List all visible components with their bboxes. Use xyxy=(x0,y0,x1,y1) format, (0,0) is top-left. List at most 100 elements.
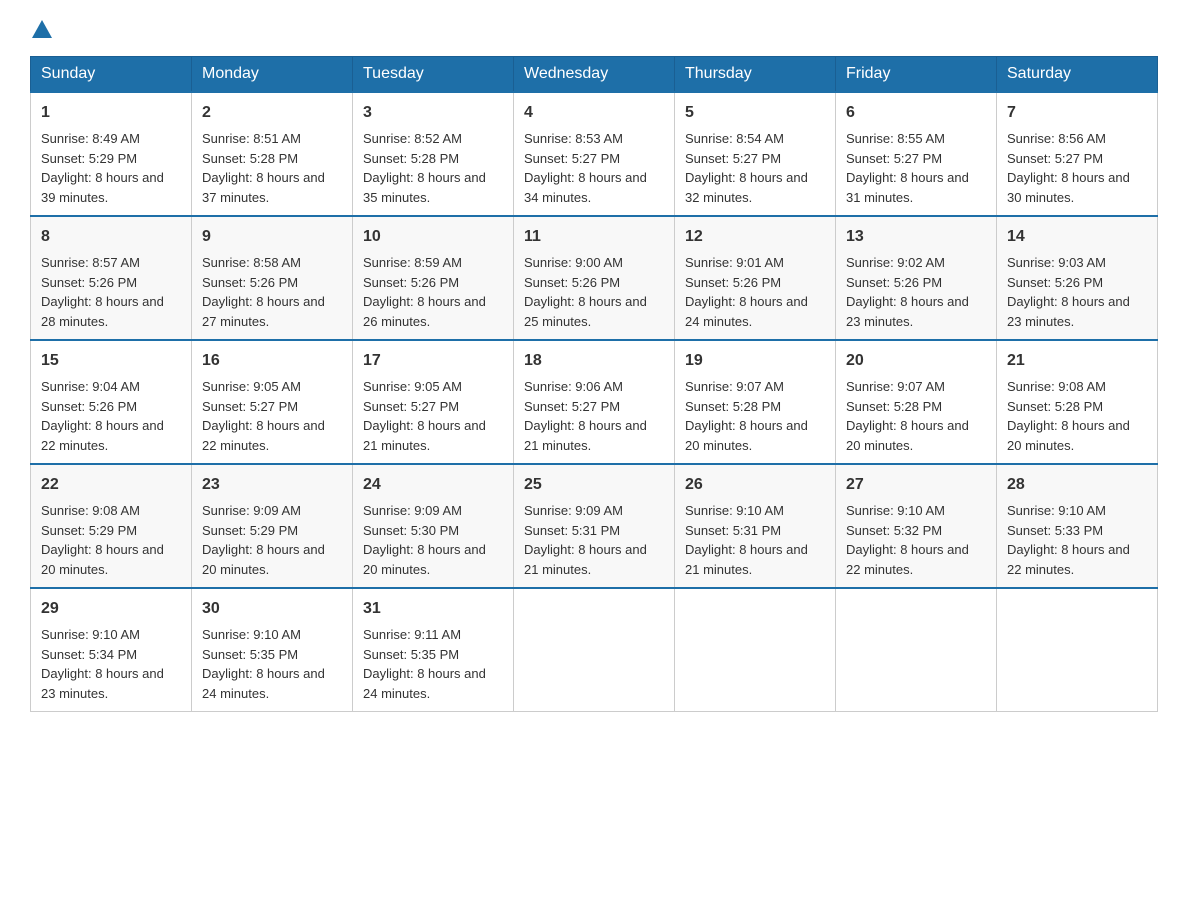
header-cell-thursday: Thursday xyxy=(675,57,836,93)
calendar-cell: 15Sunrise: 9:04 AMSunset: 5:26 PMDayligh… xyxy=(31,340,192,464)
daylight-line: Daylight: 8 hours and 21 minutes. xyxy=(685,542,808,577)
sunset-line: Sunset: 5:27 PM xyxy=(524,399,620,414)
daylight-line: Daylight: 8 hours and 23 minutes. xyxy=(1007,294,1130,329)
sunset-line: Sunset: 5:26 PM xyxy=(41,399,137,414)
daylight-line: Daylight: 8 hours and 20 minutes. xyxy=(846,418,969,453)
sunrise-line: Sunrise: 8:55 AM xyxy=(846,131,945,146)
daylight-line: Daylight: 8 hours and 23 minutes. xyxy=(41,666,164,701)
day-number: 24 xyxy=(363,473,503,497)
sunrise-line: Sunrise: 8:49 AM xyxy=(41,131,140,146)
calendar-cell: 14Sunrise: 9:03 AMSunset: 5:26 PMDayligh… xyxy=(997,216,1158,340)
sunrise-line: Sunrise: 9:03 AM xyxy=(1007,255,1106,270)
sunset-line: Sunset: 5:29 PM xyxy=(41,151,137,166)
daylight-line: Daylight: 8 hours and 24 minutes. xyxy=(685,294,808,329)
sunset-line: Sunset: 5:28 PM xyxy=(685,399,781,414)
calendar-cell xyxy=(675,588,836,712)
sunrise-line: Sunrise: 9:04 AM xyxy=(41,379,140,394)
calendar-cell: 24 Sunrise: 9:09 AM Sunset: 5:30 PM Dayligh… xyxy=(353,464,514,588)
calendar-cell: 20Sunrise: 9:07 AMSunset: 5:28 PMDayligh… xyxy=(836,340,997,464)
sunset-line: Sunset: 5:29 PM xyxy=(202,523,298,538)
day-number: 6 xyxy=(846,101,986,125)
header-cell-tuesday: Tuesday xyxy=(353,57,514,93)
day-number: 16 xyxy=(202,349,342,373)
sunrise-line: Sunrise: 8:51 AM xyxy=(202,131,301,146)
day-number: 4 xyxy=(524,101,664,125)
calendar-cell: 2Sunrise: 8:51 AMSunset: 5:28 PMDaylight… xyxy=(192,92,353,216)
calendar-cell: 1Sunrise: 8:49 AMSunset: 5:29 PMDaylight… xyxy=(31,92,192,216)
day-number: 11 xyxy=(524,225,664,249)
sunset-line: Sunset: 5:28 PM xyxy=(202,151,298,166)
daylight-line: Daylight: 8 hours and 37 minutes. xyxy=(202,170,325,205)
sunrise-line: Sunrise: 9:07 AM xyxy=(846,379,945,394)
day-number: 5 xyxy=(685,101,825,125)
day-number: 13 xyxy=(846,225,986,249)
sunrise-line: Sunrise: 9:01 AM xyxy=(685,255,784,270)
sunset-line: Sunset: 5:35 PM xyxy=(202,647,298,662)
day-number: 22 xyxy=(41,473,181,497)
sunset-line: Sunset: 5:26 PM xyxy=(524,275,620,290)
day-number: 30 xyxy=(202,597,342,621)
daylight-line: Daylight: 8 hours and 20 minutes. xyxy=(363,542,486,577)
calendar-cell: 4Sunrise: 8:53 AMSunset: 5:27 PMDaylight… xyxy=(514,92,675,216)
sunrise-line: Sunrise: 9:08 AM xyxy=(41,503,140,518)
calendar-cell xyxy=(836,588,997,712)
daylight-line: Daylight: 8 hours and 22 minutes. xyxy=(1007,542,1130,577)
calendar-cell: 12Sunrise: 9:01 AMSunset: 5:26 PMDayligh… xyxy=(675,216,836,340)
sunset-line: Sunset: 5:34 PM xyxy=(41,647,137,662)
calendar-cell: 11Sunrise: 9:00 AMSunset: 5:26 PMDayligh… xyxy=(514,216,675,340)
day-number: 17 xyxy=(363,349,503,373)
daylight-line: Daylight: 8 hours and 20 minutes. xyxy=(685,418,808,453)
header-cell-friday: Friday xyxy=(836,57,997,93)
sunset-line: Sunset: 5:26 PM xyxy=(363,275,459,290)
sunrise-line: Sunrise: 8:56 AM xyxy=(1007,131,1106,146)
sunset-line: Sunset: 5:30 PM xyxy=(363,523,459,538)
day-number: 9 xyxy=(202,225,342,249)
week-row-4: 22 Sunrise: 9:08 AM Sunset: 5:29 PM Dayligh… xyxy=(31,464,1158,588)
sunrise-line: Sunrise: 8:52 AM xyxy=(363,131,462,146)
sunset-line: Sunset: 5:26 PM xyxy=(41,275,137,290)
sunrise-line: Sunrise: 8:57 AM xyxy=(41,255,140,270)
sunset-line: Sunset: 5:35 PM xyxy=(363,647,459,662)
sunrise-line: Sunrise: 9:07 AM xyxy=(685,379,784,394)
daylight-line: Daylight: 8 hours and 21 minutes. xyxy=(524,418,647,453)
calendar-cell: 22Sunrise: 9:08 AMSunset: 5:29 PMDayligh… xyxy=(31,464,192,588)
calendar-cell: 7Sunrise: 8:56 AMSunset: 5:27 PMDaylight… xyxy=(997,92,1158,216)
sunrise-line: Sunrise: 8:53 AM xyxy=(524,131,623,146)
day-number: 21 xyxy=(1007,349,1147,373)
sunset-line: Sunset: 5:28 PM xyxy=(363,151,459,166)
sunrise-line: Sunrise: 9:09 AM xyxy=(363,503,462,518)
calendar-cell: 5Sunrise: 8:54 AMSunset: 5:27 PMDaylight… xyxy=(675,92,836,216)
week-row-2: 8Sunrise: 8:57 AMSunset: 5:26 PMDaylight… xyxy=(31,216,1158,340)
calendar-cell: 3Sunrise: 8:52 AMSunset: 5:28 PMDaylight… xyxy=(353,92,514,216)
sunset-line: Sunset: 5:27 PM xyxy=(846,151,942,166)
day-number: 18 xyxy=(524,349,664,373)
sunrise-line: Sunrise: 9:10 AM xyxy=(846,503,945,518)
calendar-cell: 10Sunrise: 8:59 AMSunset: 5:26 PMDayligh… xyxy=(353,216,514,340)
sunset-line: Sunset: 5:26 PM xyxy=(685,275,781,290)
sunset-line: Sunset: 5:32 PM xyxy=(846,523,942,538)
sunrise-line: Sunrise: 9:05 AM xyxy=(363,379,462,394)
calendar-cell: 13Sunrise: 9:02 AMSunset: 5:26 PMDayligh… xyxy=(836,216,997,340)
day-number: 15 xyxy=(41,349,181,373)
sunset-line: Sunset: 5:26 PM xyxy=(202,275,298,290)
header-cell-sunday: Sunday xyxy=(31,57,192,93)
daylight-line: Daylight: 8 hours and 32 minutes. xyxy=(685,170,808,205)
logo-triangle-icon xyxy=(32,20,52,38)
sunset-line: Sunset: 5:31 PM xyxy=(524,523,620,538)
sunrise-line: Sunrise: 9:05 AM xyxy=(202,379,301,394)
daylight-line: Daylight: 8 hours and 24 minutes. xyxy=(363,666,486,701)
calendar-cell: 31Sunrise: 9:11 AMSunset: 5:35 PMDayligh… xyxy=(353,588,514,712)
calendar-cell: 27Sunrise: 9:10 AMSunset: 5:32 PMDayligh… xyxy=(836,464,997,588)
day-number: 31 xyxy=(363,597,503,621)
sunrise-line: Sunrise: 9:00 AM xyxy=(524,255,623,270)
sunrise-line: Sunrise: 8:54 AM xyxy=(685,131,784,146)
calendar-cell: 21Sunrise: 9:08 AMSunset: 5:28 PMDayligh… xyxy=(997,340,1158,464)
daylight-line: Daylight: 8 hours and 30 minutes. xyxy=(1007,170,1130,205)
day-number: 25 xyxy=(524,473,664,497)
day-number: 10 xyxy=(363,225,503,249)
day-number: 23 xyxy=(202,473,342,497)
sunrise-line: Sunrise: 9:08 AM xyxy=(1007,379,1106,394)
sunrise-line: Sunrise: 9:10 AM xyxy=(1007,503,1106,518)
calendar-cell: 30Sunrise: 9:10 AMSunset: 5:35 PMDayligh… xyxy=(192,588,353,712)
sunset-line: Sunset: 5:27 PM xyxy=(524,151,620,166)
